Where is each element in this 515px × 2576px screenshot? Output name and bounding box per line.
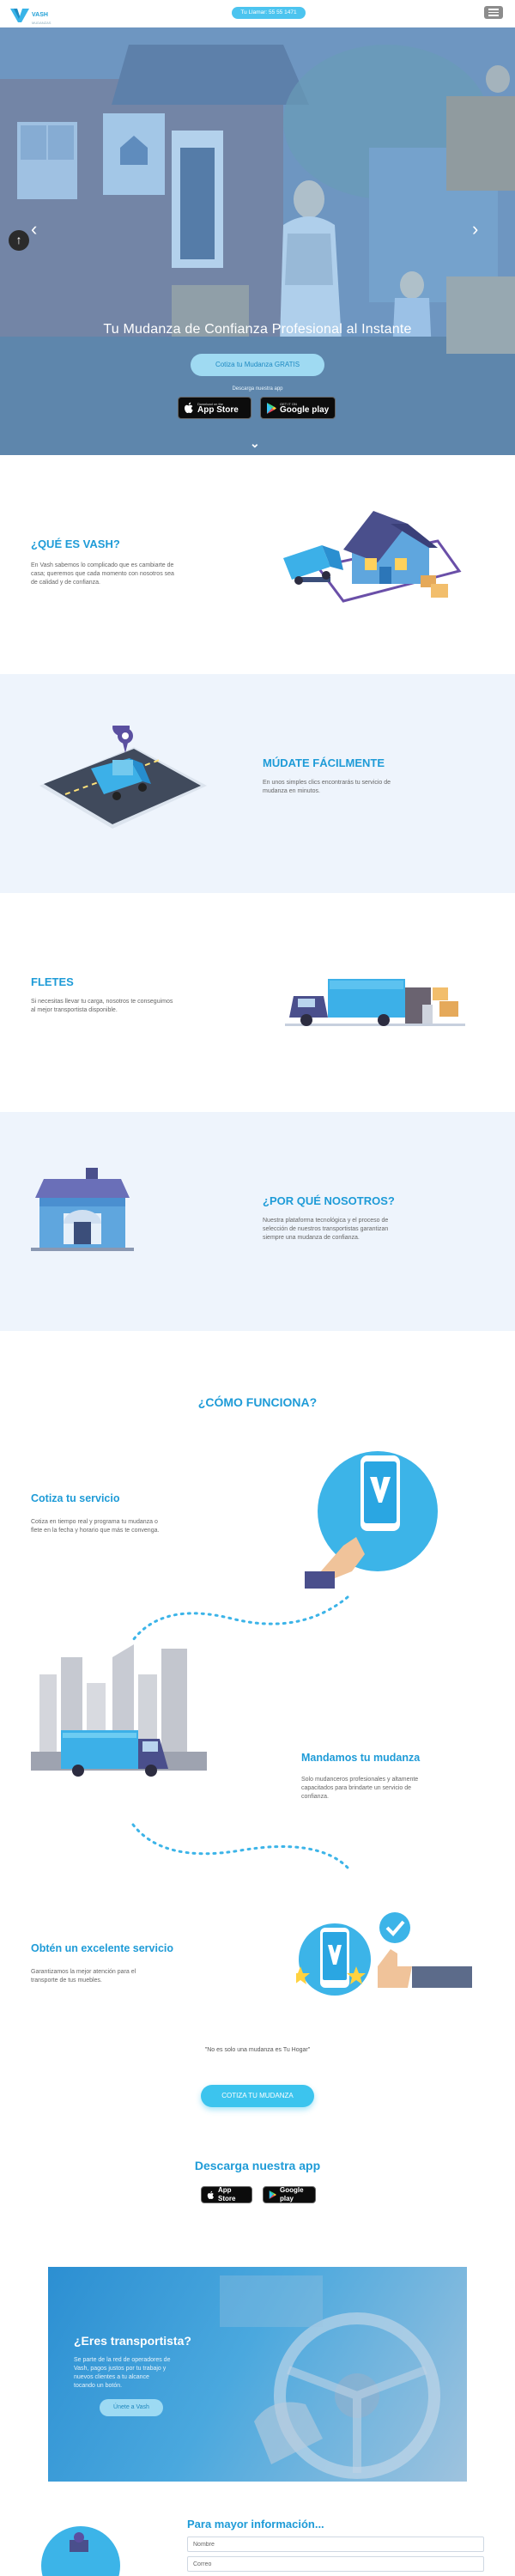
step-3-title: Obtén un excelente servicio: [31, 1942, 174, 1954]
carousel-prev-icon[interactable]: ‹: [31, 218, 37, 240]
transportista-title: ¿Eres transportista?: [74, 2334, 191, 2348]
download-app-title: Descarga nuestra app: [194, 2159, 321, 2172]
moving-truck-illustration: [285, 979, 465, 1026]
dotted-path-2: [131, 1823, 349, 1869]
por-que-title: ¿POR QUÉ NOSOTROS?: [263, 1194, 395, 1207]
join-vash-button[interactable]: Únete a Vash: [100, 2399, 163, 2416]
hamburger-icon[interactable]: [484, 6, 503, 19]
apple-icon: [185, 402, 193, 413]
que-es-body: En Vash sabemos lo complicado que es cam…: [31, 562, 174, 586]
que-es-title: ¿QUÉ ES VASH?: [31, 538, 120, 550]
dotted-path-1: [131, 1595, 349, 1642]
section-que-es-vash: ¿QUÉ ES VASH? En Vash sabemos lo complic…: [0, 455, 515, 674]
google-play-badge-2[interactable]: Google play: [263, 2186, 316, 2203]
hero-title: Tu Mudanza de Confianza Profesional al I…: [103, 322, 412, 337]
logo-subtext: MUDANZAS: [32, 21, 52, 25]
city-truck-illustration: [31, 1644, 207, 1777]
quote-free-button[interactable]: Cotiza tu Mudanza GRATIS: [191, 354, 324, 376]
step-2-body: Solo mudanceros profesionales y altament…: [301, 1777, 419, 1800]
section-fletes: FLETES Si necesitas llevar tu carga, nos…: [0, 893, 515, 1112]
por-que-body: Nuestra plataforma tecnológica y el proc…: [263, 1218, 389, 1241]
fletes-body: Si necesitas llevar tu carga, nosotros t…: [31, 999, 173, 1013]
google-play-icon: [267, 402, 276, 414]
step-1-title: Cotiza tu servicio: [31, 1492, 120, 1504]
app-store-big-text: App Store: [197, 404, 239, 415]
phone-tap-illustration: [305, 1451, 438, 1589]
transportista-banner: ¿Eres transportista? Se parte de la red …: [48, 2267, 467, 2482]
top-nav: VASH MUDANZAS Tu Llamar: 55 55 1471: [0, 0, 515, 27]
phone-button[interactable]: Tu Llamar: 55 55 1471: [232, 7, 306, 19]
carousel-next-icon[interactable]: ›: [472, 218, 478, 240]
cotiza-mudanza-button[interactable]: COTIZA TU MUDANZA: [201, 2085, 314, 2107]
email-field[interactable]: [187, 2556, 484, 2572]
step-2-title: Mandamos tu mudanza: [301, 1752, 421, 1764]
contact-illustration: [41, 2526, 120, 2576]
phone-road-truck-illustration: [39, 726, 207, 829]
page: VASH MUDANZAS Tu Llamar: 55 55 1471 ‹ › …: [0, 0, 515, 2576]
house-truck-illustration: [283, 511, 462, 603]
fletes-title: FLETES: [31, 975, 74, 988]
info-title: Para mayor información...: [187, 2518, 324, 2530]
transportista-body: Se parte de la red de operadores de Vash…: [74, 2357, 171, 2389]
mudate-title: MÚDATE FÁCILMENTE: [263, 756, 385, 769]
scroll-down-chevron-icon[interactable]: ⌄: [250, 436, 260, 451]
section-mudate-facilmente: MÚDATE FÁCILMENTE En unos simples clics …: [0, 674, 515, 893]
name-field[interactable]: [187, 2537, 484, 2552]
vash-logo-icon: [10, 8, 29, 22]
google-play-text-2: Google play: [280, 2186, 304, 2202]
quote-text: "No es solo una mudanza es Tu Hogar": [204, 2047, 311, 2053]
app-store-badge[interactable]: Download on the App Store: [178, 397, 251, 419]
app-store-text-2: App Store: [218, 2186, 236, 2202]
mudate-body: En unos simples clics encontrarás tu ser…: [263, 780, 391, 794]
blue-house-illustration: [31, 1168, 134, 1251]
section-por-que-nosotros: ¿POR QUÉ NOSOTROS? Nuestra plataforma te…: [0, 1112, 515, 1331]
google-play-icon-2: [269, 2190, 276, 2199]
apple-icon-2: [207, 2190, 215, 2199]
hero-download-label: Descarga nuestra app: [232, 386, 283, 392]
google-play-badge[interactable]: GET IT ON Google play: [260, 397, 336, 419]
vash-logo[interactable]: VASH MUDANZAS: [10, 5, 51, 25]
step-1-body: Cotiza en tiempo real y programa tu muda…: [31, 1519, 160, 1534]
hero-carousel: ‹ › Tu Mudanza de Confianza Profesional …: [0, 27, 515, 455]
step-3-body: Garantizamos la mejor atención para el t…: [31, 1969, 136, 1984]
app-store-badge-2[interactable]: App Store: [201, 2186, 252, 2203]
como-funciona-title: ¿CÓMO FUNCIONA?: [197, 1395, 318, 1409]
scroll-to-top-icon[interactable]: ↑: [9, 230, 29, 251]
logo-text: VASH: [32, 12, 48, 18]
phone-thumbs-up-illustration: [296, 1912, 472, 1996]
google-play-big-text: Google play: [280, 404, 330, 415]
